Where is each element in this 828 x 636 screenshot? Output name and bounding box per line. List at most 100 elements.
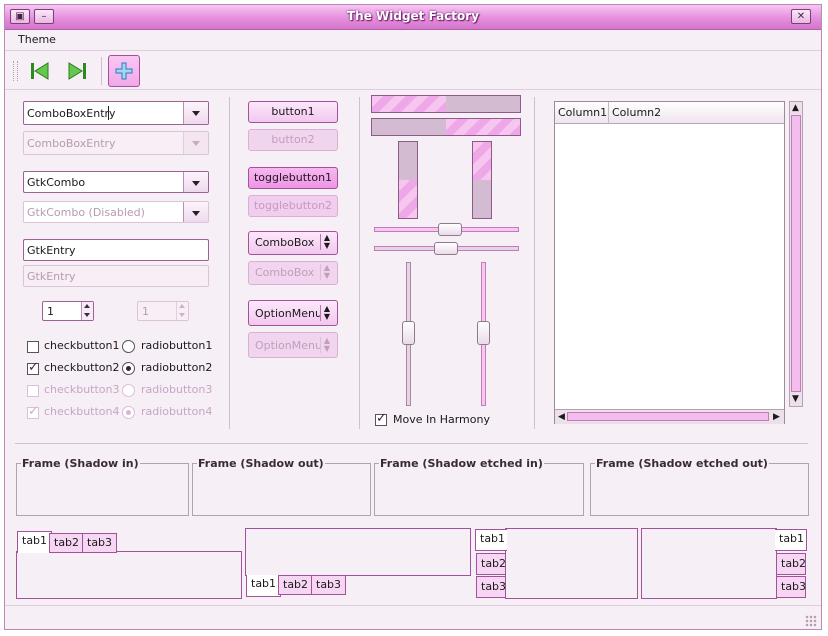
comboboxentry-2: ComboBoxEntry: [23, 131, 209, 155]
button1[interactable]: button1: [248, 101, 338, 123]
checkbutton-1[interactable]: [27, 341, 39, 353]
radiobutton-1[interactable]: [122, 340, 135, 353]
radiobutton-1-label[interactable]: radiobutton1: [141, 339, 212, 352]
goto-last-button[interactable]: [62, 55, 94, 87]
radiobutton-3-label: radiobutton3: [141, 383, 213, 396]
notebook-left-tab1[interactable]: tab1: [475, 529, 507, 551]
checkbutton-1-label[interactable]: checkbutton1: [44, 339, 120, 352]
notebook-left-tab2[interactable]: tab2: [476, 553, 506, 575]
add-icon: [115, 62, 133, 80]
toolbar-grip[interactable]: [13, 61, 18, 81]
hscale-2-handle[interactable]: [434, 242, 458, 255]
spin-arrows[interactable]: [81, 302, 93, 320]
notebook-right-tab2[interactable]: tab2: [776, 553, 806, 575]
comboboxentry-2-text: ComboBoxEntry: [27, 137, 116, 150]
gtkcombo-2-text: GtkCombo (Disabled): [27, 206, 145, 219]
notebook-bottom-tab3[interactable]: tab3: [311, 575, 347, 595]
spin-down-icon[interactable]: [84, 313, 90, 317]
notebook-top-tab2[interactable]: tab2: [49, 533, 85, 553]
statusbar-separator: [5, 605, 821, 606]
hscale-1-handle[interactable]: [438, 223, 462, 236]
horizontal-scrollbar[interactable]: ◀ ▶: [555, 409, 784, 424]
scroll-down-icon[interactable]: ▼: [792, 394, 799, 404]
horizontal-scroll-thumb[interactable]: [567, 412, 769, 421]
progress-fill: [372, 96, 446, 112]
gtkcombo-1[interactable]: GtkCombo: [23, 171, 209, 193]
up-down-arrows-icon: ▲ ▼: [320, 305, 333, 321]
notebook-bottom-tab2[interactable]: tab2: [278, 575, 314, 595]
spinbutton-1-value[interactable]: 1: [47, 305, 54, 318]
vscale-1-handle[interactable]: [402, 321, 415, 345]
menu-bar: Theme: [5, 30, 821, 51]
progressbar-horizontal-1: [371, 95, 521, 113]
notebook-bottom-tab1[interactable]: tab1: [246, 575, 282, 597]
text-cursor: [108, 106, 109, 120]
menu-theme[interactable]: Theme: [18, 33, 56, 46]
toolbar-separator: [101, 57, 102, 85]
checkbutton-3-label: checkbutton3: [44, 383, 120, 396]
treeview[interactable]: Column1 Column2 ◀ ▶: [554, 101, 785, 424]
progress-fill: [446, 119, 520, 135]
progressbar-horizontal-2: [371, 118, 521, 136]
togglebutton1[interactable]: togglebutton1: [248, 167, 338, 189]
notebook-top-tab1[interactable]: tab1: [17, 531, 53, 553]
column-separator: [359, 97, 360, 429]
scroll-right-icon[interactable]: ▶: [773, 412, 780, 422]
combobox-1-label: ComboBox: [255, 236, 315, 249]
chevron-down-icon[interactable]: [183, 102, 208, 124]
add-button[interactable]: [108, 55, 140, 87]
checkbutton-2[interactable]: [27, 360, 39, 375]
main-window: ▣ – The Widget Factory ✕ Theme ComboBoxE…: [4, 4, 822, 630]
spin-arrows: [176, 302, 188, 320]
frame-shadow-etched-out-label: Frame (Shadow etched out): [595, 457, 769, 470]
column1-header[interactable]: Column1: [555, 102, 609, 124]
window-title: The Widget Factory: [346, 9, 480, 23]
combobox-2-label: ComboBox: [255, 266, 315, 279]
column-separator: [534, 97, 535, 429]
progressbar-vertical-1: [398, 141, 418, 219]
optionmenu-1[interactable]: OptionMenu ▲ ▼: [248, 300, 338, 326]
spin-down-icon: [179, 313, 185, 317]
notebook-top-tab3[interactable]: tab3: [82, 533, 118, 553]
gtkentry-1[interactable]: GtkEntry: [23, 239, 209, 261]
togglebutton2: togglebutton2: [248, 195, 338, 217]
radiobutton-2[interactable]: [122, 362, 135, 375]
spinbutton-1[interactable]: 1: [42, 301, 94, 321]
move-in-harmony-check[interactable]: [375, 411, 387, 426]
vertical-scroll-thumb[interactable]: [791, 115, 801, 392]
gtkcombo-1-text[interactable]: GtkCombo: [27, 176, 85, 189]
vscale-2-handle[interactable]: [477, 321, 490, 345]
frame-shadow-out: Frame (Shadow out): [192, 457, 371, 516]
notebook-right-tab1[interactable]: tab1: [775, 529, 807, 551]
scroll-left-icon[interactable]: ◀: [558, 412, 565, 422]
spin-up-icon[interactable]: [84, 304, 90, 308]
combobox-1[interactable]: ComboBox ▲ ▼: [248, 231, 338, 255]
move-in-harmony-label[interactable]: Move In Harmony: [393, 413, 490, 426]
gtkcombo-2: GtkCombo (Disabled): [23, 201, 209, 223]
column2-header[interactable]: Column2: [609, 102, 784, 124]
notebook-left-panel: [505, 528, 638, 599]
notebook-right-tab3[interactable]: tab3: [776, 576, 806, 598]
up-down-arrows-icon: ▲ ▼: [320, 337, 333, 353]
close-button[interactable]: ✕: [791, 9, 811, 24]
scroll-up-icon[interactable]: ▲: [792, 103, 799, 113]
notebook-left-tab3[interactable]: tab3: [476, 576, 506, 598]
radiobutton-4: [122, 406, 135, 419]
checkbutton-2-label[interactable]: checkbutton2: [44, 361, 120, 374]
comboboxentry-1-text[interactable]: ComboBoxEntry: [27, 107, 116, 120]
horizontal-separator: [15, 443, 808, 444]
goto-first-button[interactable]: [25, 55, 57, 87]
chevron-down-icon[interactable]: [183, 172, 208, 192]
frame-shadow-etched-in-label: Frame (Shadow etched in): [379, 457, 544, 470]
vertical-scrollbar[interactable]: ▲ ▼: [789, 101, 803, 407]
gtkentry-2: GtkEntry: [23, 265, 209, 287]
frame-shadow-in: Frame (Shadow in): [16, 457, 189, 516]
resize-grip[interactable]: [805, 615, 817, 627]
checkbutton-3: [27, 385, 39, 397]
title-bar[interactable]: ▣ – The Widget Factory ✕: [5, 5, 821, 30]
comboboxentry-1[interactable]: ComboBoxEntry: [23, 101, 209, 125]
gtkentry-1-text[interactable]: GtkEntry: [27, 244, 75, 257]
chevron-down-icon[interactable]: [183, 202, 208, 222]
radiobutton-2-label[interactable]: radiobutton2: [141, 361, 212, 374]
goto-last-icon: [68, 62, 86, 80]
